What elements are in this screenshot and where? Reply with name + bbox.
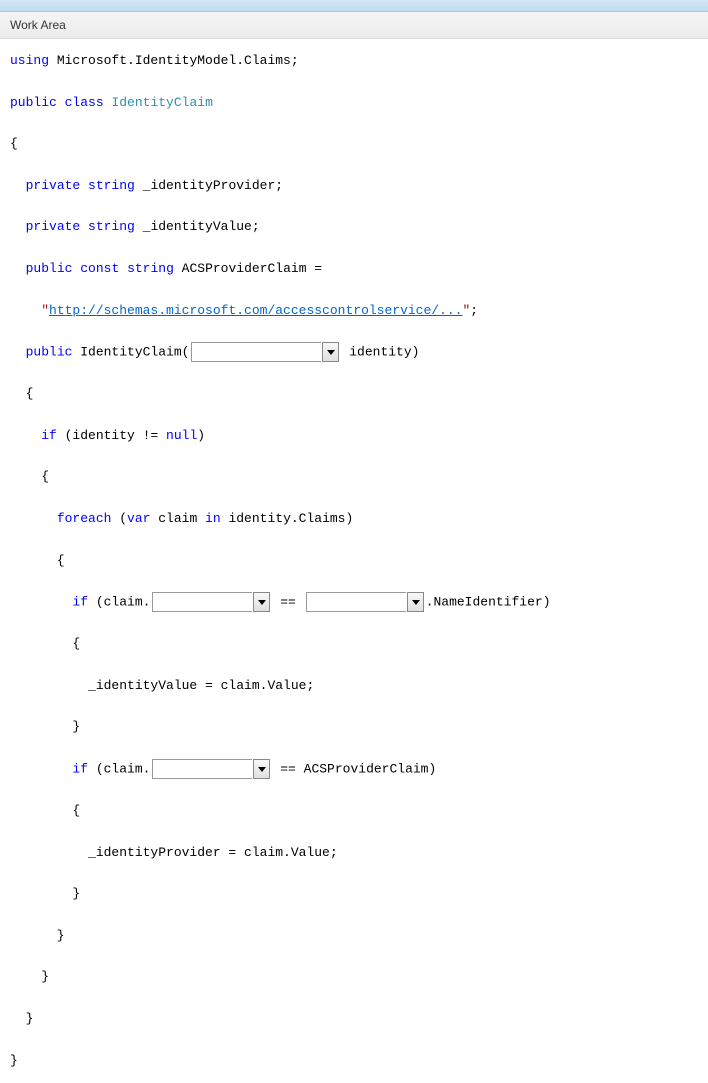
code-line: { [10,551,698,572]
code-line: } [10,717,698,738]
code-line: public const string ACSProviderClaim = [10,259,698,280]
chevron-down-icon[interactable] [253,592,270,612]
header-bar: Work Area [0,12,708,39]
code-line: } [10,1051,698,1072]
code-line: { [10,134,698,155]
code-line: _identityValue = claim.Value; [10,676,698,697]
claim-property-dropdown-2[interactable] [152,759,252,779]
code-line: } [10,967,698,988]
code-line: { [10,467,698,488]
code-line: public class IdentityClaim [10,93,698,114]
claim-property-dropdown-1[interactable] [152,592,252,612]
code-line: if (claim. == .NameIdentifier) [10,592,698,613]
chevron-down-icon[interactable] [322,342,339,362]
code-line: { [10,801,698,822]
code-line: } [10,884,698,905]
claim-value-dropdown[interactable] [306,592,406,612]
chevron-down-icon[interactable] [253,759,270,779]
code-line: } [10,926,698,947]
code-line: { [10,634,698,655]
url-link[interactable]: http://schemas.microsoft.com/accesscontr… [49,303,462,318]
code-line: _identityProvider = claim.Value; [10,843,698,864]
code-line: public IdentityClaim( identity) [10,342,698,363]
code-line: if (identity != null) [10,426,698,447]
code-line: private string _identityProvider; [10,176,698,197]
window-top-accent [0,0,708,12]
code-line: private string _identityValue; [10,217,698,238]
code-line: { [10,384,698,405]
code-editor[interactable]: using Microsoft.IdentityModel.Claims; pu… [0,39,708,1083]
chevron-down-icon[interactable] [407,592,424,612]
param-type-dropdown[interactable] [191,342,321,362]
code-line: } [10,1009,698,1030]
header-title: Work Area [10,18,66,32]
code-line: "http://schemas.microsoft.com/accesscont… [10,301,698,322]
code-line: foreach (var claim in identity.Claims) [10,509,698,530]
code-line: if (claim. == ACSProviderClaim) [10,759,698,780]
code-line: using Microsoft.IdentityModel.Claims; [10,51,698,72]
